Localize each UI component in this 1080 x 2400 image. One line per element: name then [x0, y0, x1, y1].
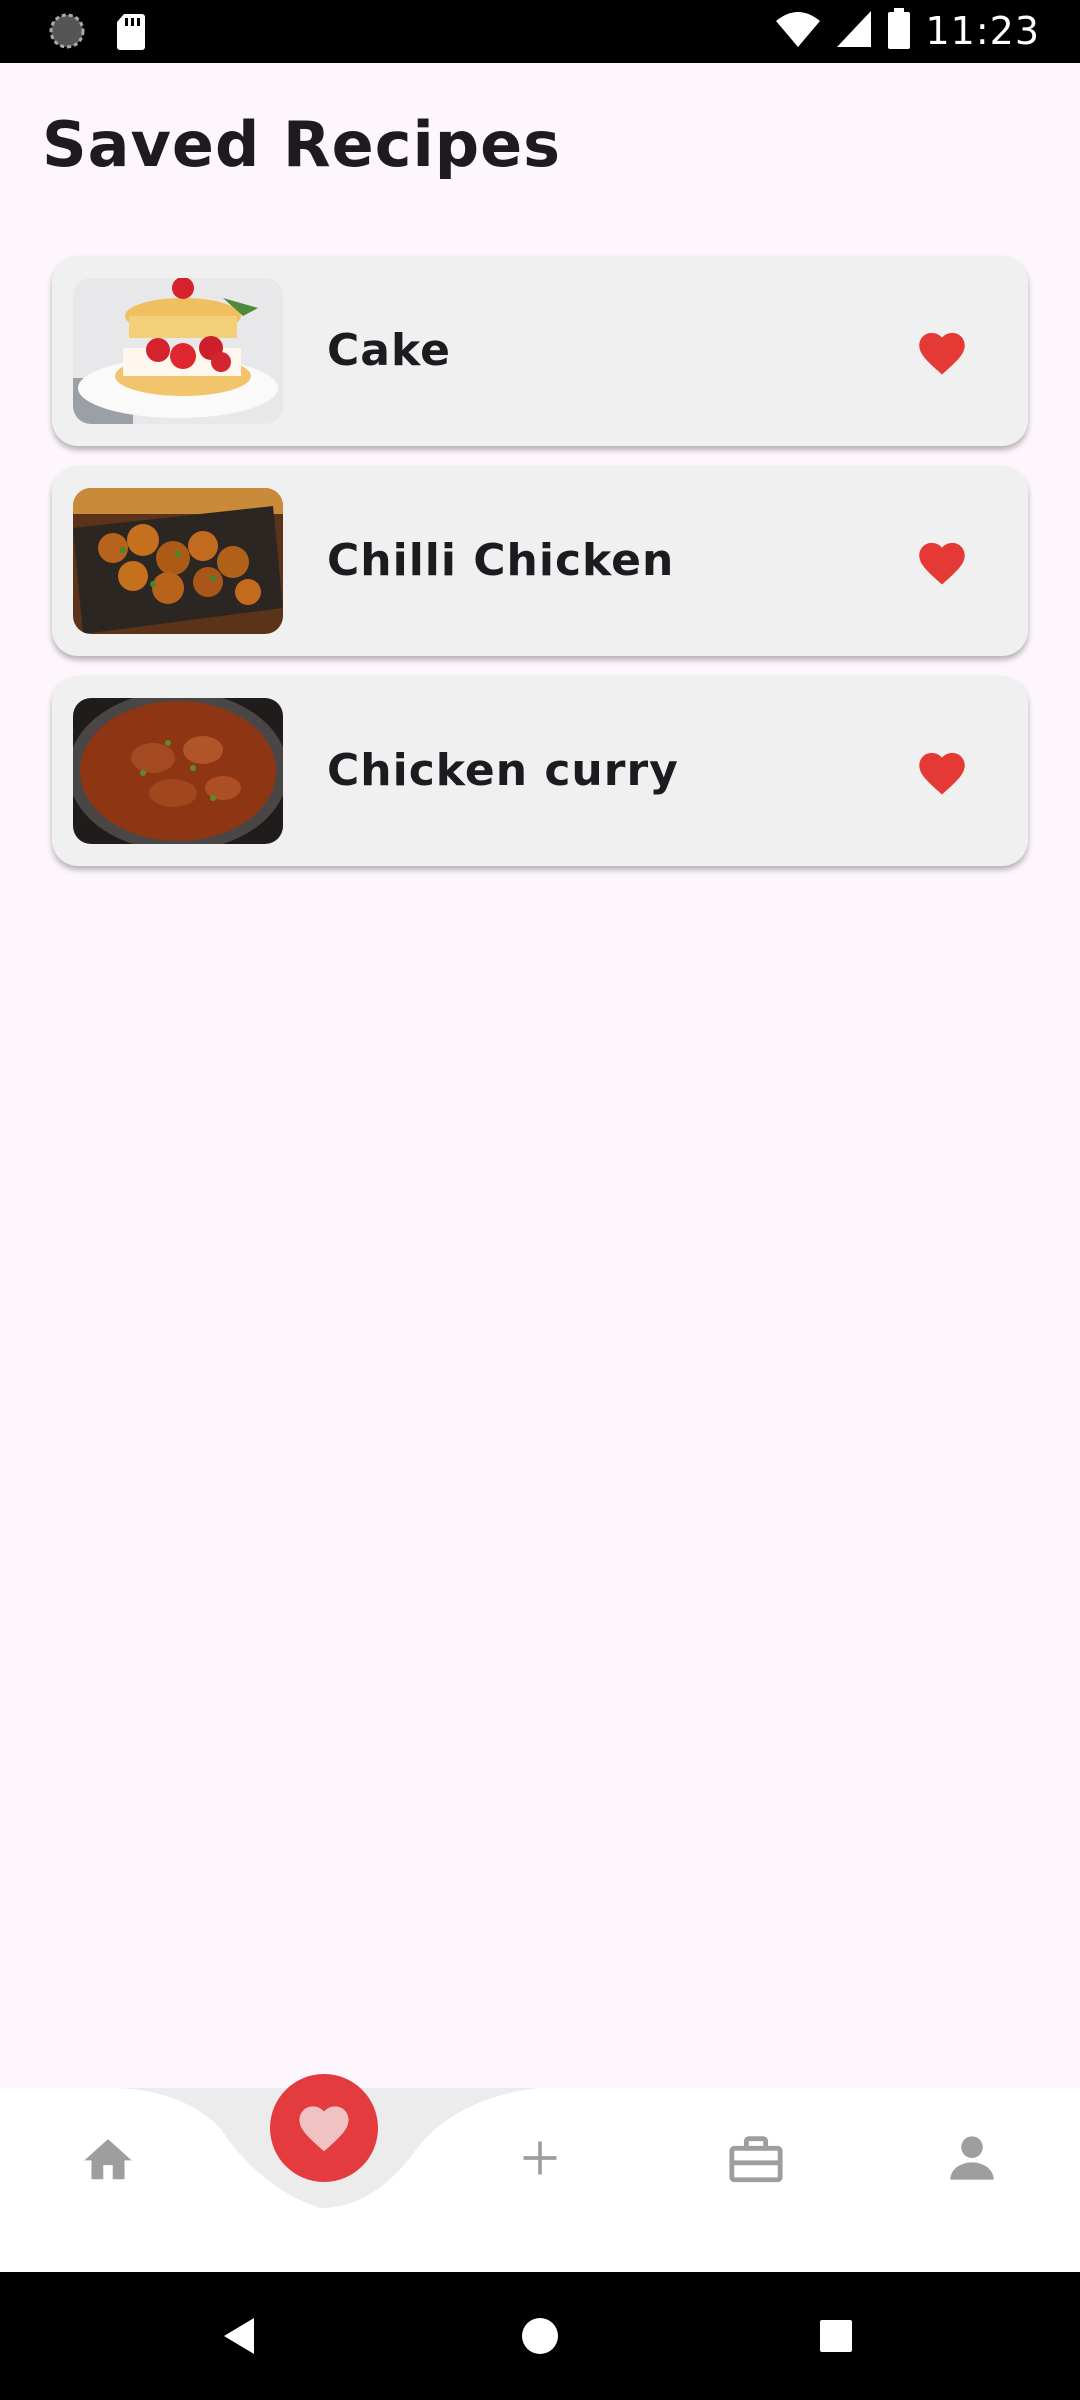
- recipe-name: Cake: [327, 325, 451, 376]
- nav-profile[interactable]: [936, 2124, 1008, 2196]
- plus-icon: [518, 2136, 562, 2184]
- nav-add[interactable]: [504, 2124, 576, 2196]
- person-icon: [946, 2132, 998, 2188]
- chicken-curry-image: [73, 698, 283, 844]
- status-bar: 11:23: [0, 0, 1080, 63]
- recipe-card-chicken-curry[interactable]: Chicken curry: [52, 676, 1028, 866]
- page-title: Saved Recipes: [42, 108, 562, 181]
- heart-icon[interactable]: [912, 321, 972, 381]
- bottom-navigation-bar: [0, 2088, 1080, 2272]
- loading-icon: [48, 12, 86, 54]
- heart-icon[interactable]: [912, 741, 972, 801]
- status-time: 11:23: [925, 9, 1040, 53]
- heart-icon[interactable]: [912, 531, 972, 591]
- recipe-card-chilli-chicken[interactable]: Chilli Chicken: [52, 466, 1028, 656]
- back-icon[interactable]: [210, 2306, 270, 2366]
- recipe-card-cake[interactable]: Cake: [52, 256, 1028, 446]
- nav-briefcase[interactable]: [720, 2124, 792, 2196]
- nav-saved-active[interactable]: [270, 2074, 378, 2182]
- sd-card-icon: [116, 12, 146, 54]
- chilli-chicken-image: [73, 488, 283, 634]
- nav-home[interactable]: [72, 2124, 144, 2196]
- home-icon: [79, 2132, 137, 2188]
- recipe-name: Chicken curry: [327, 745, 679, 796]
- recipe-list: Cake Chilli Chicken Chicken curry: [52, 256, 1028, 886]
- system-navigation-bar: [0, 2272, 1080, 2400]
- battery-icon: [887, 8, 911, 54]
- cellular-signal-icon: [835, 9, 873, 53]
- wifi-icon: [775, 9, 821, 53]
- heart-icon: [294, 2099, 354, 2157]
- strawberry-shortcake-image: [73, 278, 283, 424]
- recipe-name: Chilli Chicken: [327, 535, 675, 586]
- home-circle-icon[interactable]: [510, 2306, 570, 2366]
- briefcase-icon: [727, 2131, 785, 2189]
- recents-icon[interactable]: [806, 2306, 866, 2366]
